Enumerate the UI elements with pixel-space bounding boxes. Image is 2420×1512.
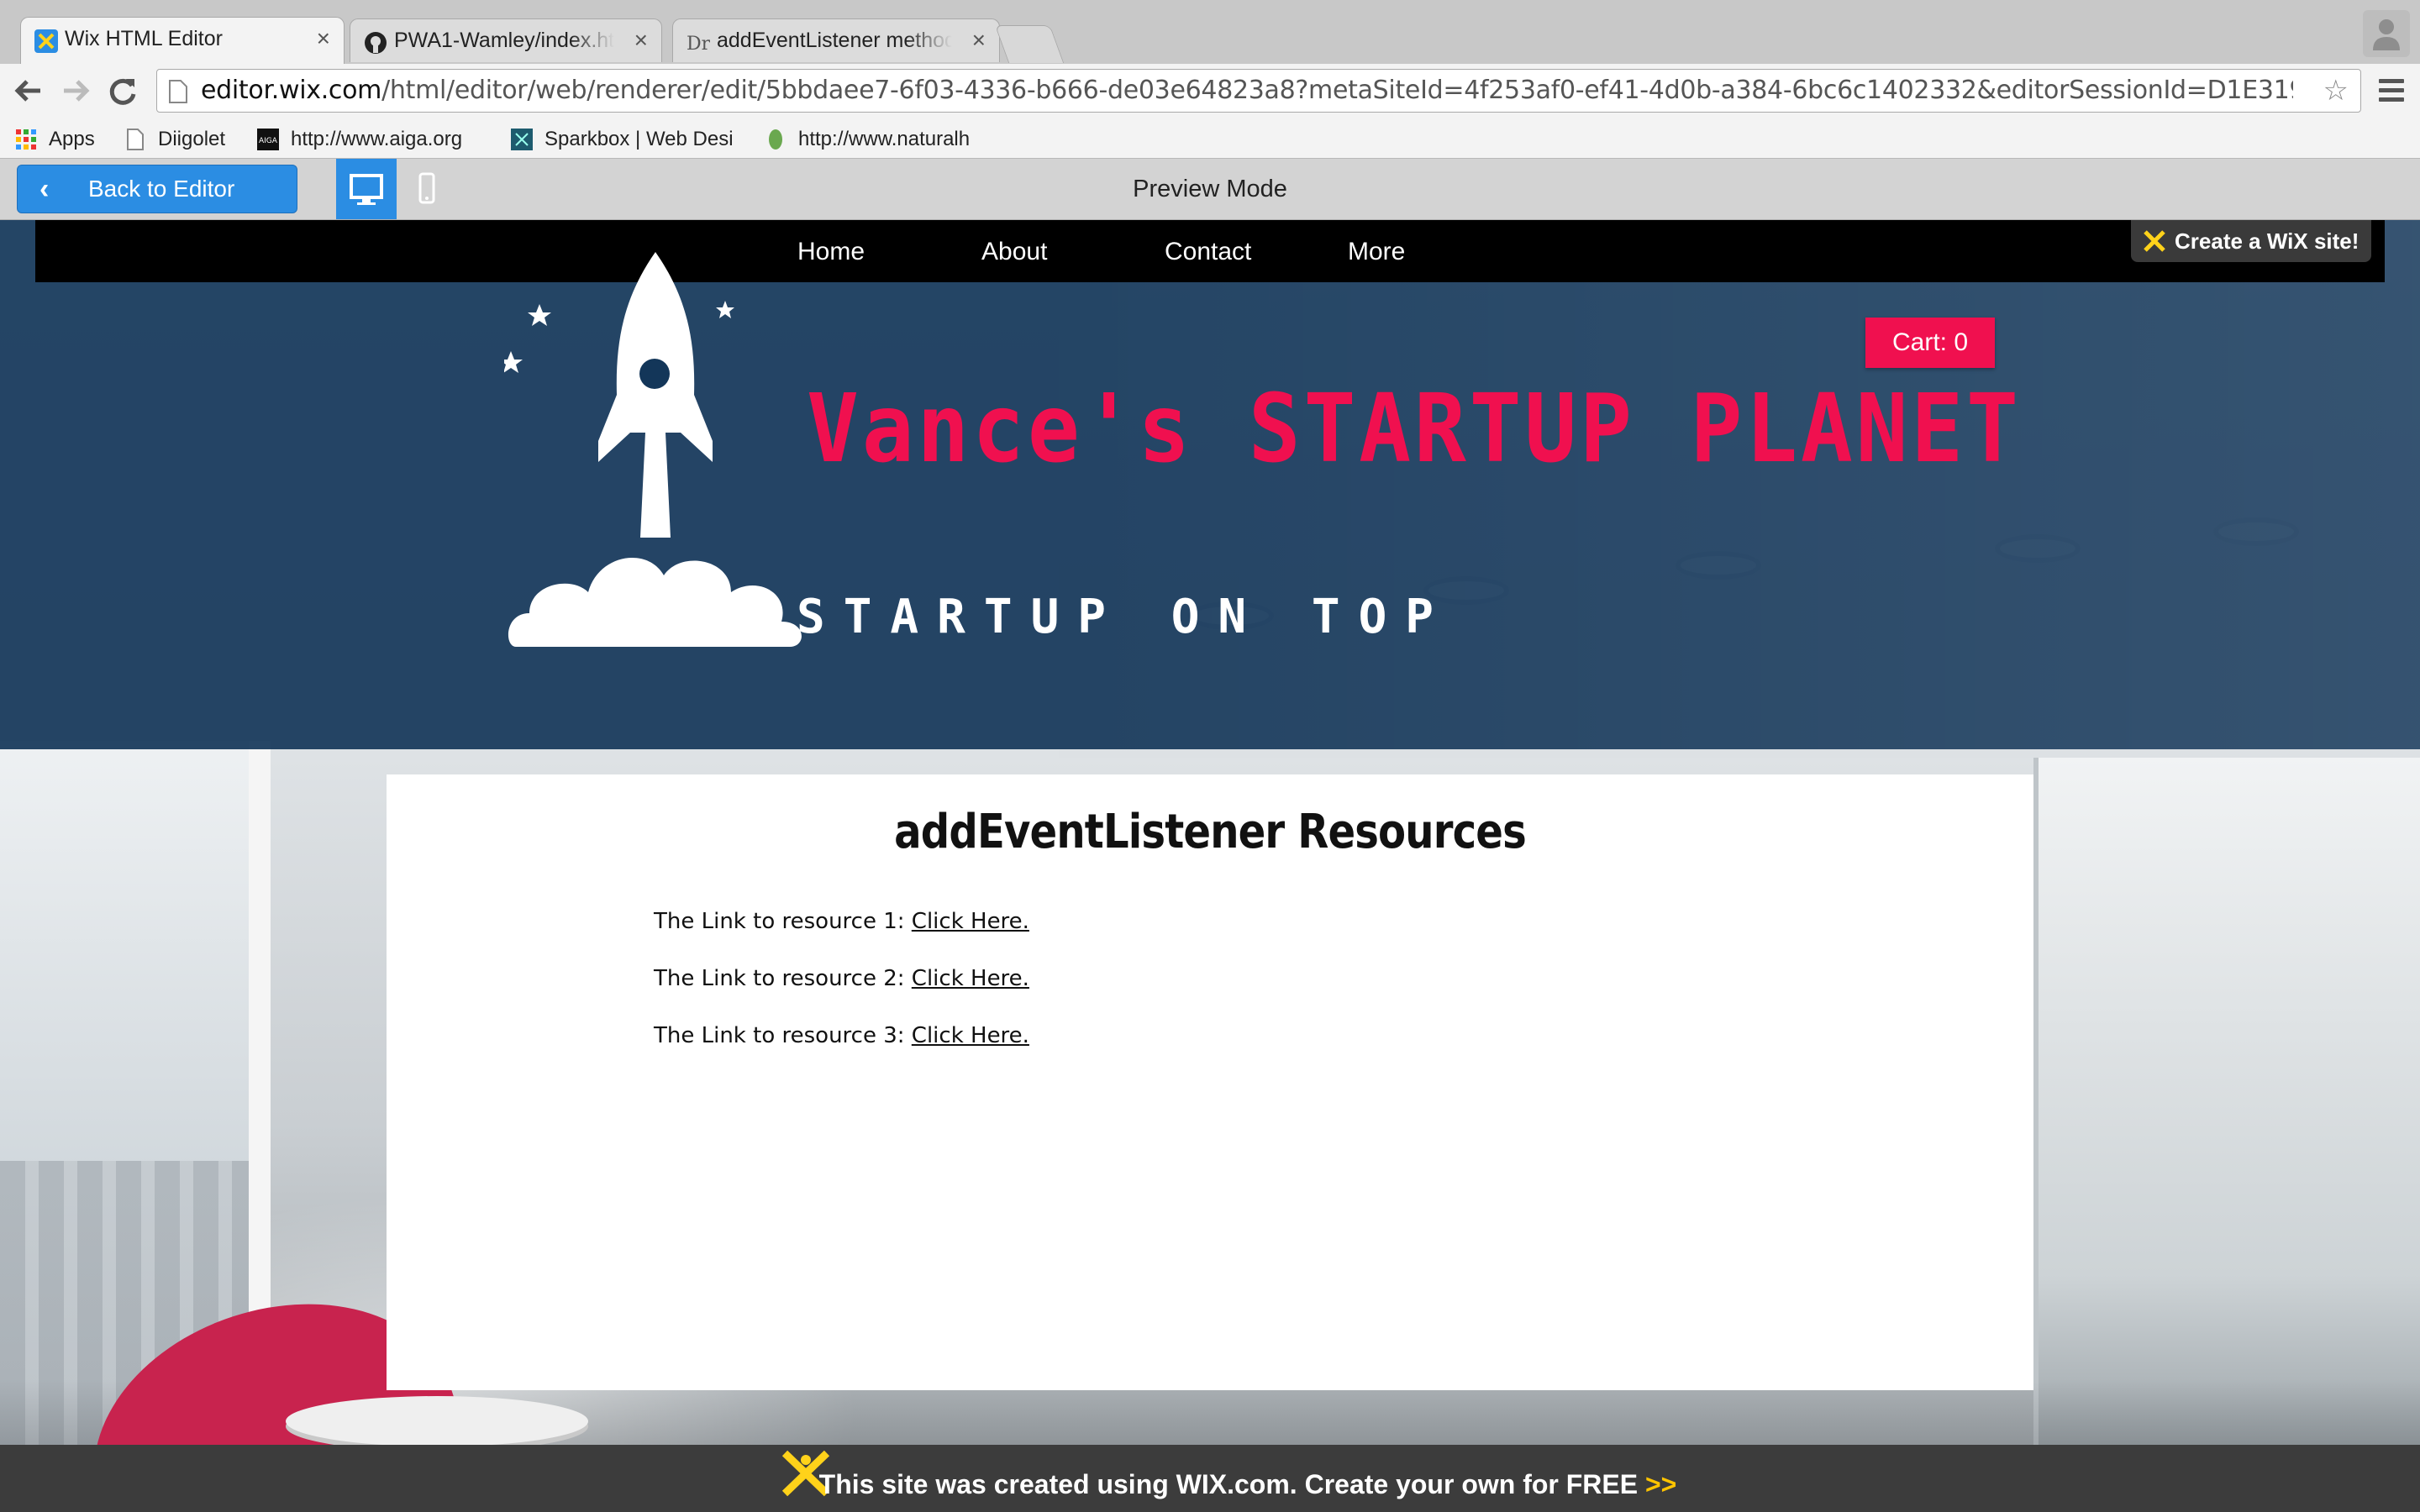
wix-logo-icon (2144, 230, 2165, 252)
svg-text:AIGA: AIGA (259, 137, 278, 145)
footer-arrows: >> (1644, 1469, 1677, 1499)
bookmark-diigolet[interactable]: Diigolet (124, 119, 225, 159)
bookmark-label: Diigolet (158, 127, 226, 150)
chevron-left-icon: ‹ (39, 173, 50, 205)
header-band (0, 220, 2420, 749)
new-tab-button[interactable] (994, 25, 1065, 63)
close-icon[interactable]: × (634, 19, 648, 61)
tab-wix-html-editor[interactable]: Wix HTML Editor × (20, 17, 345, 64)
create-wix-site-label: Create a WiX site! (2175, 228, 2360, 254)
cart-button[interactable]: Cart: 0 (1865, 318, 1995, 368)
resource-1-link[interactable]: Click Here. (912, 909, 1029, 934)
background-table (286, 1396, 588, 1446)
sparkbox-icon (511, 128, 533, 150)
url-text: editor.wix.com/html/editor/web/renderer/… (201, 70, 2293, 112)
bookmark-star-icon[interactable]: ☆ (2323, 76, 2349, 105)
tab-title: Wix HTML Editor (65, 27, 223, 50)
footer-text: This site was created using WIX.com. Cre… (818, 1469, 1639, 1499)
browser-toolbar: editor.wix.com/html/editor/web/renderer/… (0, 64, 2420, 119)
tab-title: addEventListener method (717, 29, 952, 52)
reload-icon[interactable] (106, 74, 139, 108)
footer-message: This site was created using WIX.com. Cre… (0, 1445, 2420, 1512)
address-bar[interactable]: editor.wix.com/html/editor/web/renderer/… (156, 69, 2361, 113)
desktop-view-button[interactable] (336, 159, 397, 219)
url-path: /html/editor/web/renderer/edit/5bbdaee7-… (381, 76, 2293, 105)
bookmark-label: http://www.naturalh (798, 127, 971, 150)
leaf-icon (769, 129, 782, 150)
back-to-editor-button[interactable]: ‹ Back to Editor (17, 165, 297, 213)
resource-prefix: The Link to resource 2: (654, 966, 912, 991)
resource-prefix: The Link to resource 3: (654, 1023, 912, 1048)
resource-row-2: The Link to resource 2: Click Here. (654, 966, 1029, 991)
aiga-icon: AIGA (257, 128, 279, 150)
wix-footer-banner[interactable]: This site was created using WIX.com. Cre… (0, 1445, 2420, 1512)
content-box: addEventListener Resources The Link to r… (387, 774, 2033, 1390)
content-heading: addEventListener Resources (894, 805, 1527, 859)
resource-prefix: The Link to resource 1: (654, 909, 912, 934)
tab-title: PWA1-Wamley/index.html (394, 29, 614, 52)
svg-text:Dr: Dr (687, 34, 710, 55)
create-wix-site-badge[interactable]: Create a WiX site! (2131, 220, 2371, 262)
dr-icon: Dr (687, 34, 710, 55)
chrome-menu-icon[interactable] (2375, 74, 2408, 108)
nav-more[interactable]: More (1348, 220, 1405, 284)
wix-preview-bar: ‹ Back to Editor Preview Mode (0, 159, 2420, 221)
resource-3-link[interactable]: Click Here. (912, 1023, 1029, 1048)
resource-2-link[interactable]: Click Here. (912, 966, 1029, 991)
tab-addeventlistener[interactable]: Dr addEventListener method × (672, 18, 1000, 62)
bookmark-naturalh[interactable]: http://www.naturalh (765, 119, 992, 159)
site-nav-bar: Home About Contact More Create a WiX sit… (35, 220, 2385, 282)
nav-about[interactable]: About (981, 220, 1047, 284)
resource-row-1: The Link to resource 1: Click Here. (654, 909, 1029, 934)
bookmark-sparkbox[interactable]: Sparkbox | Web Desi (511, 119, 736, 159)
mobile-view-button[interactable] (397, 159, 457, 219)
bookmark-label: Apps (49, 127, 95, 150)
nav-contact[interactable]: Contact (1165, 220, 1251, 284)
bookmarks-bar: Apps Diigolet AIGA http://www.aiga.org S… (0, 119, 2420, 159)
person-icon (2373, 19, 2400, 50)
site-tagline: STARTUP ON TOP (797, 590, 1453, 644)
back-arrow-icon[interactable] (12, 74, 45, 108)
page-icon (127, 128, 144, 150)
rocket-logo-icon (504, 252, 802, 647)
close-icon[interactable]: × (317, 18, 330, 60)
bookmark-label: http://www.aiga.org (291, 127, 463, 150)
bookmark-label: Sparkbox | Web Desi (544, 127, 734, 150)
close-icon[interactable]: × (972, 19, 986, 61)
nav-home[interactable]: Home (797, 220, 865, 284)
bookmark-apps[interactable]: Apps (15, 119, 95, 159)
phone-icon (418, 172, 435, 204)
monitor-icon (350, 174, 383, 205)
bookmark-aiga[interactable]: AIGA http://www.aiga.org (257, 119, 484, 159)
website-viewport: Home About Contact More Create a WiX sit… (0, 220, 2420, 1512)
profile-button[interactable] (2363, 10, 2410, 57)
browser-tab-strip: Wix HTML Editor × PWA1-Wamley/index.html… (0, 0, 2420, 64)
page-icon (169, 80, 187, 103)
forward-arrow-icon[interactable] (59, 74, 92, 108)
url-host: editor.wix.com (201, 76, 382, 105)
apps-grid-icon (16, 129, 36, 150)
back-to-editor-label: Back to Editor (88, 176, 235, 202)
wix-icon (34, 29, 58, 53)
tab-github[interactable]: PWA1-Wamley/index.html × (350, 18, 662, 62)
site-title: Vance's STARTUP PLANET (807, 375, 2022, 484)
resource-row-3: The Link to resource 3: Click Here. (654, 1023, 1029, 1048)
github-icon (365, 32, 387, 54)
